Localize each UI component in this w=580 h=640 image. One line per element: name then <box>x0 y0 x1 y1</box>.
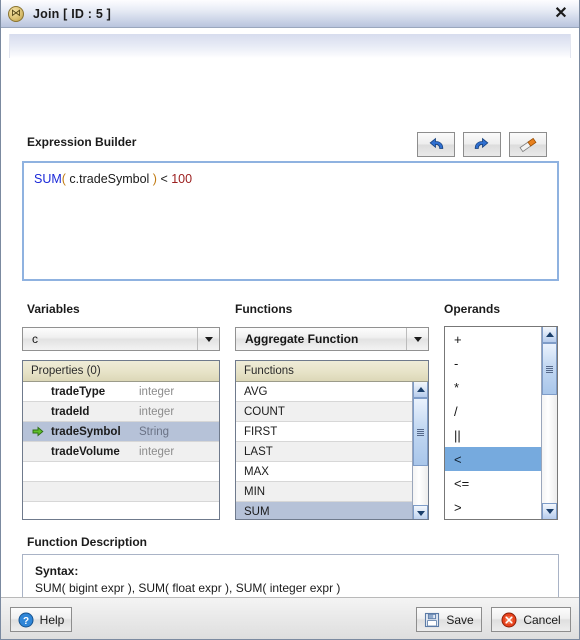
functions-scrollbar[interactable] <box>412 382 428 519</box>
join-bowtie-icon: ⋈ <box>8 5 24 22</box>
property-name: tradeVolume <box>51 445 120 458</box>
close-icon[interactable]: ✕ <box>552 5 570 23</box>
function-description-syntax-title: Syntax: <box>35 564 79 578</box>
functions-grid-header: Functions <box>236 361 428 382</box>
variables-label: Variables <box>27 302 80 316</box>
cancel-x-icon <box>501 612 517 628</box>
eraser-icon <box>517 136 539 154</box>
variable-select[interactable]: c <box>22 327 220 351</box>
functions-label: Functions <box>235 302 293 316</box>
help-button[interactable]: ? Help <box>10 607 72 632</box>
list-item[interactable]: LAST <box>236 442 428 462</box>
operands-scroll-track[interactable] <box>542 343 557 503</box>
function-category-value: Aggregate Function <box>245 332 359 346</box>
help-question-icon: ? <box>18 612 34 628</box>
scroll-down-icon[interactable] <box>542 503 557 519</box>
list-item[interactable]: AVG <box>236 382 428 402</box>
property-name: tradeSymbol <box>51 425 121 438</box>
table-row-empty <box>23 462 219 482</box>
expression-token: 100 <box>171 172 193 186</box>
undo-arrow-icon <box>426 136 446 154</box>
expression-builder-label: Expression Builder <box>27 135 137 149</box>
dialog-title-bar: ⋈ Join [ ID : 5 ] ✕ <box>1 0 579 28</box>
property-name: tradeId <box>51 405 90 418</box>
scroll-up-icon[interactable] <box>542 327 557 343</box>
property-type: integer <box>139 405 175 418</box>
expression-token: SUM <box>34 172 62 186</box>
properties-grid: Properties (0) tradeType integer tradeId in… <box>22 360 220 520</box>
table-row[interactable]: tradeId integer <box>23 402 219 422</box>
operands-scroll-thumb[interactable] <box>542 343 557 395</box>
list-item[interactable]: SUM <box>236 502 428 519</box>
functions-grid: Functions AVG COUNT FIRST LAST MAX MIN SUM <box>235 360 429 520</box>
operands-scrollbar[interactable] <box>541 327 557 519</box>
properties-grid-header: Properties (0) <box>23 361 219 382</box>
dialog-content: Expression Builder SUM(c.tradeSymbol) … <box>1 58 579 628</box>
dialog-footer: ? Help Save Cancel <box>1 597 579 639</box>
redo-button[interactable] <box>463 132 501 157</box>
functions-scroll-thumb[interactable] <box>413 398 428 466</box>
dialog-top-strip <box>9 34 571 58</box>
property-type: String <box>139 425 170 438</box>
scroll-down-icon[interactable] <box>413 505 428 519</box>
expression-builder-toolbar <box>417 132 547 157</box>
expression-input[interactable]: SUM( c.tradeSymbol ) < 100 <box>22 161 559 281</box>
chevron-down-icon[interactable] <box>406 328 428 350</box>
list-item[interactable]: COUNT <box>236 402 428 422</box>
expression-token: < <box>156 172 172 186</box>
expression-token: c.tradeSymbol <box>65 172 153 186</box>
floppy-disk-icon <box>424 612 440 628</box>
operands-list: + - * / || < <= > <box>444 326 558 520</box>
join-expression-dialog: ⋈ Join [ ID : 5 ] ✕ Expression Builder S… <box>0 0 580 640</box>
dialog-title: Join [ ID : 5 ] <box>33 6 111 21</box>
clear-button[interactable] <box>509 132 547 157</box>
list-item[interactable]: MAX <box>236 462 428 482</box>
grip-icon <box>546 365 553 374</box>
table-row[interactable]: tradeSymbol String <box>23 422 219 442</box>
function-description-syntax-body: SUM( bigint expr ), SUM( float expr ), S… <box>35 581 341 595</box>
property-type: integer <box>139 445 175 458</box>
functions-grid-body: AVG COUNT FIRST LAST MAX MIN SUM <box>236 382 428 519</box>
help-button-label: Help <box>39 612 65 627</box>
table-row[interactable]: tradeType integer <box>23 382 219 402</box>
functions-scroll-track[interactable] <box>413 398 428 505</box>
cancel-button-label: Cancel <box>523 612 561 627</box>
list-item[interactable]: FIRST <box>236 422 428 442</box>
save-button-label: Save <box>446 612 474 627</box>
grip-icon <box>417 428 424 437</box>
function-description-label: Function Description <box>27 535 147 549</box>
properties-grid-body: tradeType integer tradeId integer tradeSymbo… <box>23 382 219 519</box>
table-row-empty <box>23 482 219 502</box>
property-type: integer <box>139 385 175 398</box>
expression-builder-header: Expression Builder <box>27 132 547 158</box>
table-row[interactable]: tradeVolume integer <box>23 442 219 462</box>
svg-text:?: ? <box>23 616 29 627</box>
operands-label: Operands <box>444 302 501 316</box>
variable-select-value: c <box>32 332 38 346</box>
redo-arrow-icon <box>472 136 492 154</box>
list-item[interactable]: MIN <box>236 482 428 502</box>
expression-text: SUM( c.tradeSymbol ) < 100 <box>34 171 547 187</box>
save-button[interactable]: Save <box>416 607 482 632</box>
row-selected-arrow-icon <box>29 426 47 437</box>
scroll-up-icon[interactable] <box>413 382 428 398</box>
cancel-button[interactable]: Cancel <box>491 607 571 632</box>
chevron-down-icon[interactable] <box>197 328 219 350</box>
property-name: tradeType <box>51 385 106 398</box>
undo-button[interactable] <box>417 132 455 157</box>
function-category-select[interactable]: Aggregate Function <box>235 327 429 351</box>
table-row-empty <box>23 502 219 519</box>
